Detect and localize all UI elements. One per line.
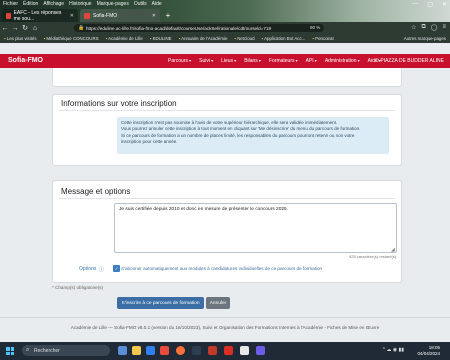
new-tab-button[interactable]: + bbox=[162, 9, 174, 22]
user-name: PIAZZA DE BUDDER ALINE bbox=[380, 58, 444, 64]
info-line: Vous pourrez annuler cette inscription à… bbox=[121, 126, 361, 132]
bookmark-item[interactable]: Poncoirat bbox=[312, 36, 334, 41]
menu-edition[interactable]: Édition bbox=[23, 1, 38, 7]
browser-tab-eafc[interactable]: EAFC - Les réponses me sou... ✕ bbox=[2, 9, 78, 22]
info-line: inscription pour cette année. bbox=[121, 138, 178, 144]
home-icon[interactable]: ⌂ bbox=[30, 25, 40, 32]
maximize-icon[interactable]: ▢ bbox=[427, 1, 433, 8]
forward-arrow-icon[interactable]: → bbox=[10, 25, 20, 32]
teams-icon[interactable] bbox=[192, 346, 201, 355]
edge-icon[interactable] bbox=[146, 346, 155, 355]
office-icon[interactable] bbox=[160, 346, 169, 355]
user-menu[interactable]: ⏻ PIAZZA DE BUDDER ALINE bbox=[375, 58, 444, 64]
message-title: Message et options bbox=[61, 187, 131, 196]
close-window-icon[interactable]: ✕ bbox=[442, 1, 447, 8]
tab-favicon-icon bbox=[6, 12, 11, 19]
mail-icon[interactable] bbox=[208, 346, 217, 355]
system-tray[interactable]: ^ ☁ ◉ ▮▮ bbox=[383, 347, 404, 353]
info-line: Si ce parcours de formation a un nombre … bbox=[121, 132, 355, 138]
tab-title: Sofia-FMO bbox=[93, 12, 118, 19]
nav-administration[interactable]: Administration bbox=[325, 58, 360, 64]
bookmarks-bar: Les plus visités Médiathèque CONCOURS Ac… bbox=[0, 34, 450, 43]
char-counter: 925 caractère(s) restant(s) bbox=[349, 254, 397, 259]
tab-strip: EAFC - Les réponses me sou... ✕ Sofia-FM… bbox=[0, 9, 450, 22]
required-note: * Champ(s) obligatoire(s) bbox=[52, 285, 104, 290]
url-text: https://eduline.ac-lille.fr/sofia-fmo-ac… bbox=[86, 25, 271, 31]
bookmark-item[interactable]: Académie de Lille bbox=[106, 36, 143, 41]
address-bar[interactable]: 🔒 https://eduline.ac-lille.fr/sofia-fmo-… bbox=[74, 24, 324, 32]
toolbar-icons: ☆ ⧉ ◯ ≡ bbox=[411, 24, 446, 31]
previous-panel bbox=[52, 68, 402, 87]
menu-historique[interactable]: Historique bbox=[69, 1, 92, 7]
window-controls: — ▢ ✕ bbox=[412, 1, 447, 8]
subscribe-checkbox-label[interactable]: S'abonner automatiquement aux modules à … bbox=[121, 266, 322, 271]
browser-tab-sofia[interactable]: Sofia-FMO ✕ bbox=[80, 9, 160, 22]
nav-api[interactable]: API bbox=[306, 58, 317, 64]
browser-menubar: Fichier Édition Affichage Historique Mar… bbox=[0, 0, 450, 8]
motivation-textarea[interactable]: Je suis certifiée depuis 2010 et donc en… bbox=[114, 203, 397, 253]
app-header: Sofia-FMO Parcours Suivi Lieux Bilans Fo… bbox=[0, 54, 450, 68]
task-view-icon[interactable] bbox=[118, 346, 127, 355]
subscribe-checkbox[interactable]: ✓ bbox=[113, 265, 120, 272]
menu-hamburger-icon[interactable]: ≡ bbox=[442, 24, 446, 31]
info-icon[interactable]: ⓘ bbox=[99, 266, 104, 273]
app-title[interactable]: Sofia-FMO bbox=[8, 57, 43, 64]
other-bookmarks[interactable]: Autres marque-pages bbox=[404, 36, 446, 41]
bookmark-item[interactable]: Netcloud bbox=[234, 36, 254, 41]
pdf-icon[interactable] bbox=[224, 346, 233, 355]
back-arrow-icon[interactable]: ← bbox=[0, 25, 10, 32]
divider bbox=[59, 198, 395, 199]
cancel-button[interactable]: Annuler bbox=[206, 297, 230, 309]
app-icon[interactable] bbox=[240, 346, 249, 355]
menu-aide[interactable]: Aide bbox=[152, 1, 162, 7]
bookmark-item[interactable]: Médiathèque CONCOURS bbox=[44, 36, 98, 41]
file-explorer-icon[interactable] bbox=[132, 346, 141, 355]
divider bbox=[0, 317, 450, 318]
search-placeholder: Rechercher bbox=[34, 347, 60, 354]
menu-fichier[interactable]: Fichier bbox=[3, 1, 18, 7]
submit-button[interactable]: S'inscrire à ce parcours de formation bbox=[117, 297, 204, 309]
reload-icon[interactable]: ↻ bbox=[20, 24, 30, 32]
bookmark-item[interactable]: Annuaire de l'Académie bbox=[179, 36, 227, 41]
bookmark-item[interactable]: EDULINE bbox=[150, 36, 172, 41]
lock-icon: 🔒 bbox=[78, 25, 85, 31]
browser-toolbar: ← → ↻ ⌂ 🔒 https://eduline.ac-lille.fr/so… bbox=[0, 22, 450, 34]
app-nav: Parcours Suivi Lieux Bilans Formateurs A… bbox=[168, 58, 381, 64]
bookmark-item[interactable]: Les plus visités bbox=[4, 36, 37, 41]
nav-suivi[interactable]: Suivi bbox=[199, 58, 213, 64]
nav-formateurs[interactable]: Formateurs bbox=[269, 58, 298, 64]
message-panel: Message et options Message de motivation… bbox=[52, 180, 402, 283]
info-panel: Informations sur votre inscription Cette… bbox=[52, 94, 402, 166]
os-taskbar: ⌕ Rechercher ^ ☁ ◉ ▮▮ 18:05 04/04/2024 bbox=[0, 342, 450, 360]
menu-outils[interactable]: Outils bbox=[134, 1, 147, 7]
menu-marque-pages[interactable]: Marque-pages bbox=[97, 1, 129, 7]
resize-handle-icon[interactable]: ◢ bbox=[391, 247, 395, 253]
nav-lieux[interactable]: Lieux bbox=[221, 58, 236, 64]
app-icon[interactable] bbox=[256, 346, 265, 355]
info-title: Informations sur votre inscription bbox=[61, 99, 177, 108]
close-tab-icon[interactable]: ✕ bbox=[70, 13, 74, 19]
bookmark-star-icon[interactable]: ☆ bbox=[411, 24, 416, 31]
bookmark-item[interactable]: Application Bot Acc... bbox=[262, 36, 305, 41]
page-footer: Académie de Lille — Sofia-FMO v8.0.1 (ve… bbox=[70, 325, 380, 330]
nav-parcours[interactable]: Parcours bbox=[168, 58, 191, 64]
taskbar-search[interactable]: ⌕ Rechercher bbox=[22, 345, 110, 356]
options-label: Options bbox=[79, 266, 97, 272]
minimize-icon[interactable]: — bbox=[412, 1, 418, 8]
zoom-level[interactable]: 90 % bbox=[310, 25, 320, 30]
tab-favicon-icon bbox=[84, 12, 90, 19]
divider bbox=[59, 110, 395, 111]
date: 04/04/2024 bbox=[417, 351, 440, 356]
firefox-icon[interactable] bbox=[176, 346, 185, 355]
account-icon[interactable]: ◯ bbox=[431, 24, 438, 31]
taskbar-clock[interactable]: 18:05 04/04/2024 bbox=[417, 345, 440, 357]
menu-affichage[interactable]: Affichage bbox=[43, 1, 64, 7]
info-alert: Cette inscription n'est pas soumise à l'… bbox=[117, 117, 389, 154]
extensions-icon[interactable]: ⧉ bbox=[421, 24, 425, 31]
nav-bilans[interactable]: Bilans bbox=[244, 58, 261, 64]
close-tab-icon[interactable]: ✕ bbox=[152, 13, 156, 19]
tab-title: EAFC - Les réponses me sou... bbox=[13, 9, 62, 22]
windows-start-icon[interactable] bbox=[6, 347, 14, 355]
search-icon: ⌕ bbox=[26, 347, 30, 353]
